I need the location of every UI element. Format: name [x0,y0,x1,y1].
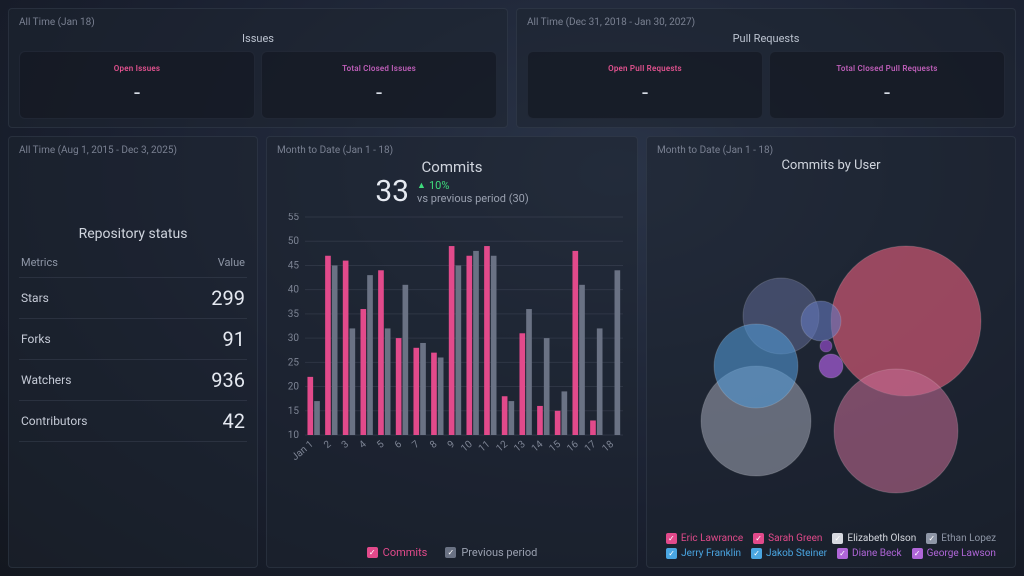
commits-panel: Month to Date (Jan 1 - 18) Commits 33 10… [266,136,638,568]
commits-time: Month to Date (Jan 1 - 18) [277,145,627,156]
metric-value: 42 [167,401,247,442]
users-time: Month to Date (Jan 1 - 18) [657,145,1005,156]
issues-panel: All Time (Jan 18) Issues Open Issues - T… [8,8,508,128]
svg-text:15: 15 [547,439,563,455]
svg-text:8: 8 [428,439,440,451]
table-row: Contributors42 [19,401,247,442]
svg-text:40: 40 [288,285,300,296]
table-row: Watchers936 [19,360,247,401]
svg-text:17: 17 [583,439,599,455]
legend-commits[interactable]: Commits [367,546,428,559]
open-prs-card: Open Pull Requests - [527,51,763,119]
metric-name: Forks [19,319,167,360]
open-issues-value: - [134,81,140,106]
svg-text:16: 16 [565,439,581,455]
svg-text:18: 18 [600,439,616,455]
repo-table: Metrics Value Stars299Forks91Watchers936… [19,248,247,442]
issues-time: All Time (Jan 18) [19,17,497,28]
user-legend-item[interactable]: George Lawson [912,548,996,559]
svg-text:3: 3 [340,439,351,451]
svg-text:10: 10 [459,439,475,455]
closed-prs-card: Total Closed Pull Requests - [769,51,1005,119]
closed-issues-label: Total Closed Issues [342,64,416,73]
closed-issues-value: - [376,81,382,106]
closed-prs-label: Total Closed Pull Requests [836,64,937,73]
table-row: Stars299 [19,278,247,319]
pull-requests-panel: All Time (Dec 31, 2018 - Jan 30, 2027) P… [516,8,1016,128]
open-prs-label: Open Pull Requests [608,64,682,73]
metric-value: 299 [167,278,247,319]
svg-text:12: 12 [494,439,510,455]
repo-title: Repository status [19,226,247,242]
svg-text:20: 20 [288,382,300,393]
user-legend-item[interactable]: Jerry Franklin [666,548,741,559]
metric-value: 936 [167,360,247,401]
svg-text:15: 15 [288,406,300,417]
svg-text:2: 2 [322,439,334,451]
closed-prs-value: - [884,81,890,106]
open-prs-value: - [642,81,648,106]
svg-text:14: 14 [530,439,546,455]
user-legend-item[interactable]: Diane Beck [837,548,902,559]
metric-name: Contributors [19,401,167,442]
metric-name: Stars [19,278,167,319]
svg-text:35: 35 [288,309,300,320]
svg-text:13: 13 [512,439,528,455]
svg-text:4: 4 [357,439,369,451]
commits-by-user-panel: Month to Date (Jan 1 - 18) Commits by Us… [646,136,1016,568]
prs-time: All Time (Dec 31, 2018 - Jan 30, 2027) [527,17,1005,28]
open-issues-card: Open Issues - [19,51,255,119]
svg-text:55: 55 [288,213,300,223]
prs-title: Pull Requests [527,32,1005,45]
svg-text:Jan 1: Jan 1 [290,439,316,463]
commits-bar-chart: 10152025303540455055Jan 1234567891011121… [277,213,627,463]
user-legend-item[interactable]: Sarah Green [753,533,822,544]
user-legend-item[interactable]: Eric Lawrance [666,533,743,544]
repo-status-panel: All Time (Aug 1, 2015 - Dec 3, 2025) Rep… [8,136,258,568]
metric-value: 91 [167,319,247,360]
repo-time: All Time (Aug 1, 2015 - Dec 3, 2025) [19,145,247,156]
closed-issues-card: Total Closed Issues - [261,51,497,119]
issues-title: Issues [19,32,497,45]
svg-text:9: 9 [446,439,457,451]
commits-value: 33 [375,174,409,209]
commits-delta: 10% [417,179,529,192]
svg-text:10: 10 [288,430,300,441]
user-legend-item[interactable]: Elizabeth Olson [832,533,916,544]
open-issues-label: Open Issues [114,64,160,73]
svg-text:50: 50 [288,236,300,247]
svg-text:6: 6 [393,439,405,451]
svg-text:11: 11 [477,439,493,455]
table-row: Forks91 [19,319,247,360]
svg-text:5: 5 [375,439,387,451]
svg-text:30: 30 [288,333,300,344]
users-bubble-chart [671,206,991,496]
svg-text:7: 7 [410,439,422,451]
commits-prev-text: vs previous period (30) [417,192,529,205]
user-legend-item[interactable]: Ethan Lopez [926,533,996,544]
svg-text:45: 45 [288,260,300,271]
metric-name: Watchers [19,360,167,401]
user-legend-item[interactable]: Jakob Steiner [751,548,827,559]
col-metrics: Metrics [19,248,167,278]
svg-text:25: 25 [288,357,300,368]
col-value: Value [167,248,247,278]
legend-previous[interactable]: Previous period [445,546,537,559]
users-title: Commits by User [657,158,1005,173]
